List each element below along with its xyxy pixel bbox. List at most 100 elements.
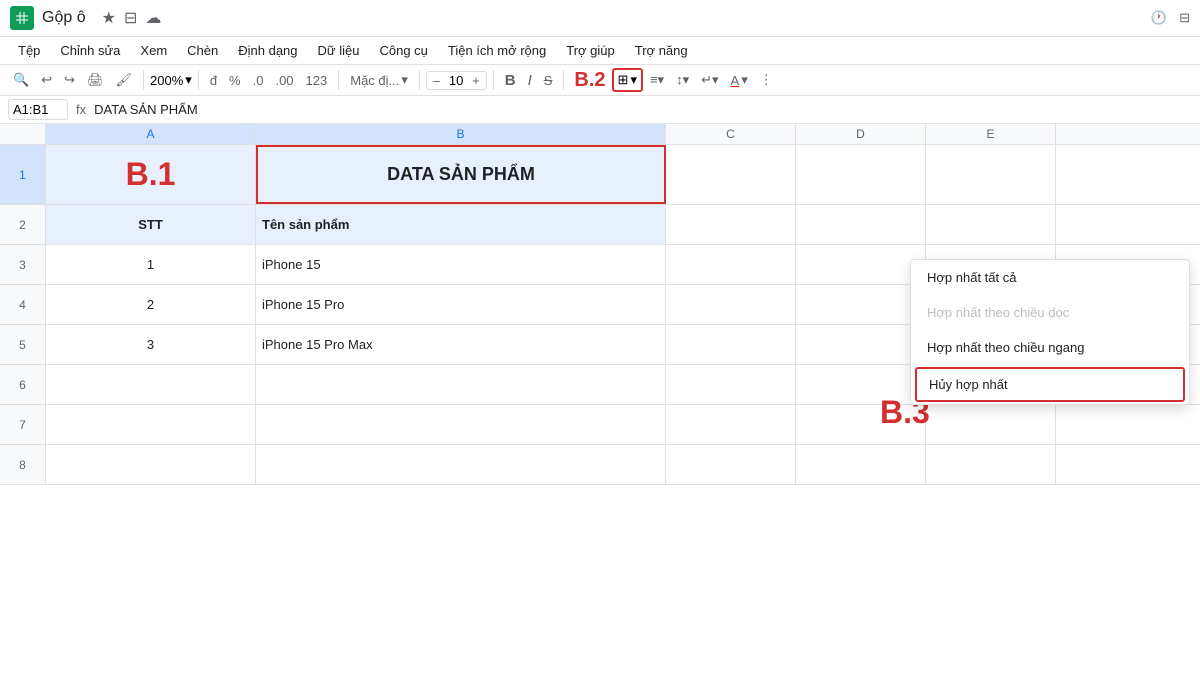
menu-help[interactable]: Trợ giúp [558, 39, 623, 62]
cell-e8[interactable] [926, 445, 1056, 484]
font-size-control[interactable]: – 10 + [426, 71, 487, 90]
menu-insert[interactable]: Chèn [179, 39, 226, 62]
valign-button[interactable]: ↕▾ [671, 69, 694, 91]
menu-edit[interactable]: Chỉnh sửa [52, 39, 128, 62]
cell-b4[interactable]: iPhone 15 Pro [256, 285, 666, 324]
cell-e1[interactable] [926, 145, 1056, 204]
font-size-decrease-button[interactable]: – [431, 73, 442, 88]
cell-a1[interactable]: B.1 [46, 145, 256, 204]
star-icon[interactable]: ★ [102, 8, 116, 28]
cell-b5[interactable]: iPhone 15 Pro Max [256, 325, 666, 364]
formula-bar: A1:B1 fx DATA SẢN PHẨM [0, 96, 1200, 124]
col-header-b[interactable]: B [256, 124, 666, 144]
row-header-1[interactable]: 1 [0, 145, 46, 204]
cell-d1[interactable] [796, 145, 926, 204]
cell-e7[interactable] [926, 405, 1056, 444]
history-icon[interactable]: 🕐 [1151, 10, 1167, 26]
row-header-8[interactable]: 8 [0, 445, 46, 484]
cell-a4[interactable]: 2 [46, 285, 256, 324]
row-header-3[interactable]: 3 [0, 245, 46, 284]
menu-format[interactable]: Định dạng [230, 39, 305, 62]
cell-b1[interactable]: DATA SẢN PHẨM [256, 145, 666, 204]
b2-label: B.2 [574, 69, 605, 92]
cell-c2[interactable] [666, 205, 796, 244]
cell-b7[interactable] [256, 405, 666, 444]
cell-d2[interactable] [796, 205, 926, 244]
zoom-control[interactable]: 200% ▾ [150, 72, 192, 88]
italic-button[interactable]: I [523, 69, 537, 92]
merge-horizontal-option[interactable]: Hợp nhất theo chiều ngang [911, 330, 1189, 365]
title-bar: Gộp ô ★ ⊟ ☁ 🕐 ⊟ [0, 0, 1200, 37]
col-header-e[interactable]: E [926, 124, 1056, 144]
menu-tools[interactable]: Công cụ [371, 39, 435, 62]
table-row: 2 STT Tên sản phẩm [0, 205, 1200, 245]
separator-1 [143, 70, 144, 90]
right-icons: 🕐 ⊟ [1151, 10, 1190, 26]
cell-reference-input[interactable]: A1:B1 [8, 99, 68, 120]
more-button[interactable]: ⋮ [755, 69, 778, 91]
bold-button[interactable]: B [500, 69, 521, 92]
cell-c5[interactable] [666, 325, 796, 364]
menu-view[interactable]: Xem [132, 39, 175, 62]
cell-c3[interactable] [666, 245, 796, 284]
col-header-c[interactable]: C [666, 124, 796, 144]
cell-b8[interactable] [256, 445, 666, 484]
cell-c4[interactable] [666, 285, 796, 324]
unmerge-option[interactable]: Hủy hợp nhất [915, 367, 1185, 402]
redo-button[interactable]: ↪ [59, 69, 80, 91]
cell-d3[interactable] [796, 245, 926, 284]
row-header-7[interactable]: 7 [0, 405, 46, 444]
format-123-button[interactable]: 123 [301, 70, 333, 91]
undo-button[interactable]: ↩ [36, 69, 57, 91]
cell-b3[interactable]: iPhone 15 [256, 245, 666, 284]
strikethrough-button[interactable]: S [539, 70, 558, 91]
cell-a8[interactable] [46, 445, 256, 484]
cell-c1[interactable] [666, 145, 796, 204]
cell-a6[interactable] [46, 365, 256, 404]
decimal-decrease-button[interactable]: .0 [248, 70, 269, 91]
cell-e2[interactable] [926, 205, 1056, 244]
cell-b2[interactable]: Tên sản phẩm [256, 205, 666, 244]
cell-a3[interactable]: 1 [46, 245, 256, 284]
format-paint-button[interactable]: 🖌 [111, 69, 138, 91]
merge-icon: ⊞ [618, 72, 629, 88]
print-button[interactable]: 🖨 [82, 69, 109, 91]
cell-d4[interactable] [796, 285, 926, 324]
row-header-4[interactable]: 4 [0, 285, 46, 324]
cell-c8[interactable] [666, 445, 796, 484]
merge-button[interactable]: ⊞ ▾ [612, 68, 643, 92]
cloud-icon[interactable]: ☁ [145, 8, 161, 28]
preview-icon[interactable]: ⊟ [1179, 10, 1190, 26]
menu-accessibility[interactable]: Trợ năng [627, 39, 696, 62]
font-family-button[interactable]: Mặc đị...▾ [345, 69, 413, 91]
wrap-button[interactable]: ↵▾ [696, 69, 723, 91]
align-button[interactable]: ≡▾ [645, 69, 669, 91]
cell-d5[interactable] [796, 325, 926, 364]
col-header-a[interactable]: A [46, 124, 256, 144]
text-color-button[interactable]: A▾ [726, 69, 753, 91]
cell-a5[interactable]: 3 [46, 325, 256, 364]
search-button[interactable]: 🔍 [8, 69, 34, 91]
merge-all-option[interactable]: Hợp nhất tất cả [911, 260, 1189, 295]
cell-c7[interactable] [666, 405, 796, 444]
merge-vertical-option: Hợp nhất theo chiều dọc [911, 295, 1189, 330]
row-header-2[interactable]: 2 [0, 205, 46, 244]
row-header-6[interactable]: 6 [0, 365, 46, 404]
menu-extensions[interactable]: Tiện ích mở rộng [440, 39, 554, 62]
cell-a2[interactable]: STT [46, 205, 256, 244]
cell-a7[interactable] [46, 405, 256, 444]
menu-file[interactable]: Tệp [10, 39, 48, 62]
decimal-increase-button[interactable]: .00 [270, 70, 298, 91]
cell-c6[interactable] [666, 365, 796, 404]
currency-button[interactable]: đ [205, 70, 222, 91]
cell-d8[interactable] [796, 445, 926, 484]
row-header-5[interactable]: 5 [0, 325, 46, 364]
merge-dropdown-arrow[interactable]: ▾ [630, 72, 637, 88]
save-icon[interactable]: ⊟ [124, 8, 137, 28]
font-size-increase-button[interactable]: + [470, 73, 482, 88]
cell-b6[interactable] [256, 365, 666, 404]
menu-data[interactable]: Dữ liệu [310, 39, 368, 62]
percent-button[interactable]: % [224, 70, 246, 91]
title-icons: ★ ⊟ ☁ [102, 8, 162, 28]
col-header-d[interactable]: D [796, 124, 926, 144]
